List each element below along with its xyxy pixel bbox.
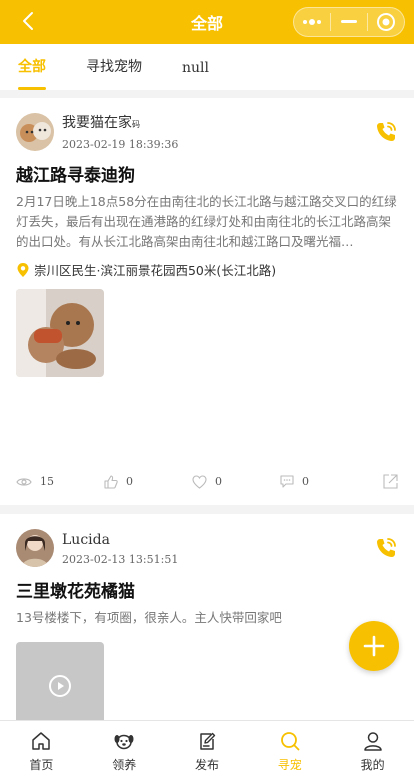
nav-label: 首页 [29,758,54,772]
nav-label: 发布 [194,758,219,772]
eye-icon [16,477,32,486]
phone-icon[interactable] [374,120,398,144]
nav-label: 寻宠 [277,758,302,772]
post-time: 2023-02-13 13:51:51 [62,552,179,566]
nav-adopt[interactable]: 领养 [83,721,166,780]
bottom-tab-bar: 首页 领养 发布 寻宠 我的 [0,720,414,780]
mini-program-capsule [293,7,405,37]
add-post-button[interactable] [349,621,399,671]
post-image[interactable] [16,289,104,377]
page-title: 全部 [190,14,223,33]
nav-label: 我的 [360,758,385,772]
avatar[interactable] [16,529,54,567]
tab-null[interactable]: null [182,60,209,90]
minus-icon [341,20,357,23]
minimize-button[interactable] [331,8,367,36]
post-author: Lucida 2023-02-13 13:51:51 [16,514,398,567]
post-time: 2023-02-19 18:39:36 [62,137,179,151]
share-icon[interactable] [383,474,398,489]
post-stats: 15 0 0 0 [16,474,398,489]
favorite-button[interactable]: 0 [192,474,280,489]
post-card[interactable]: Lucida 2023-02-13 13:51:51 三里墩花苑橘猫 13号楼楼… [0,514,414,730]
location-text: 崇川区民生·滨江丽景花园西50米(长江北路) [34,263,277,278]
heart-icon [192,474,207,489]
comment-icon [280,475,294,488]
post-author: 我要猫在家码 2023-02-19 18:39:36 [16,98,398,151]
nav-find-pet[interactable]: 寻宠 [248,721,331,780]
likes-count: 0 [126,475,133,488]
post-description: 2月17日晚上18点58分在由南往北的长江北路与越江路交叉口的红绿灯丢失，最后有… [16,194,397,249]
avatar[interactable] [16,113,54,151]
more-button[interactable] [294,8,330,36]
views-count: 15 [40,475,54,488]
nav-mine[interactable]: 我的 [331,721,414,780]
nav-label: 领养 [112,758,137,772]
views-stat: 15 [16,475,104,488]
top-bar: 全部 [0,0,414,44]
more-dots-icon [303,19,321,25]
edit-icon [200,732,216,750]
target-close-icon [377,13,395,31]
category-tabs: 全部 寻找宠物 null [0,44,414,90]
author-name: Lucida [62,531,110,548]
tab-all[interactable]: 全部 [18,56,46,90]
favorites-count: 0 [215,475,222,488]
author-name: 我要猫在家码 [62,114,140,131]
nav-publish[interactable]: 发布 [166,721,249,780]
comments-count: 0 [302,475,309,488]
home-icon [32,732,51,750]
phone-icon[interactable] [374,536,398,560]
plus-icon [363,635,385,657]
nav-home[interactable]: 首页 [0,721,83,780]
back-arrow-icon[interactable] [18,10,40,32]
play-icon [49,675,71,697]
post-title: 三里墩花苑橘猫 [16,582,135,602]
thumb-up-icon [104,474,118,489]
location-pin-icon [17,262,29,277]
search-icon [280,732,300,751]
comment-button[interactable]: 0 [280,475,368,488]
tab-find-pet[interactable]: 寻找宠物 [86,56,142,90]
post-video[interactable] [16,642,104,730]
dog-face-icon [114,734,134,750]
like-button[interactable]: 0 [104,474,192,489]
close-button[interactable] [368,8,404,36]
user-icon [363,732,382,751]
post-title: 越江路寻泰迪狗 [16,166,135,186]
post-card[interactable]: 我要猫在家码 2023-02-19 18:39:36 越江路寻泰迪狗 2月17日… [0,98,414,505]
post-description: 13号楼楼下，有项圈，很亲人。主人快带回家吧 [16,610,282,625]
post-location: 崇川区民生·滨江丽景花园西50米(长江北路) [16,260,398,279]
